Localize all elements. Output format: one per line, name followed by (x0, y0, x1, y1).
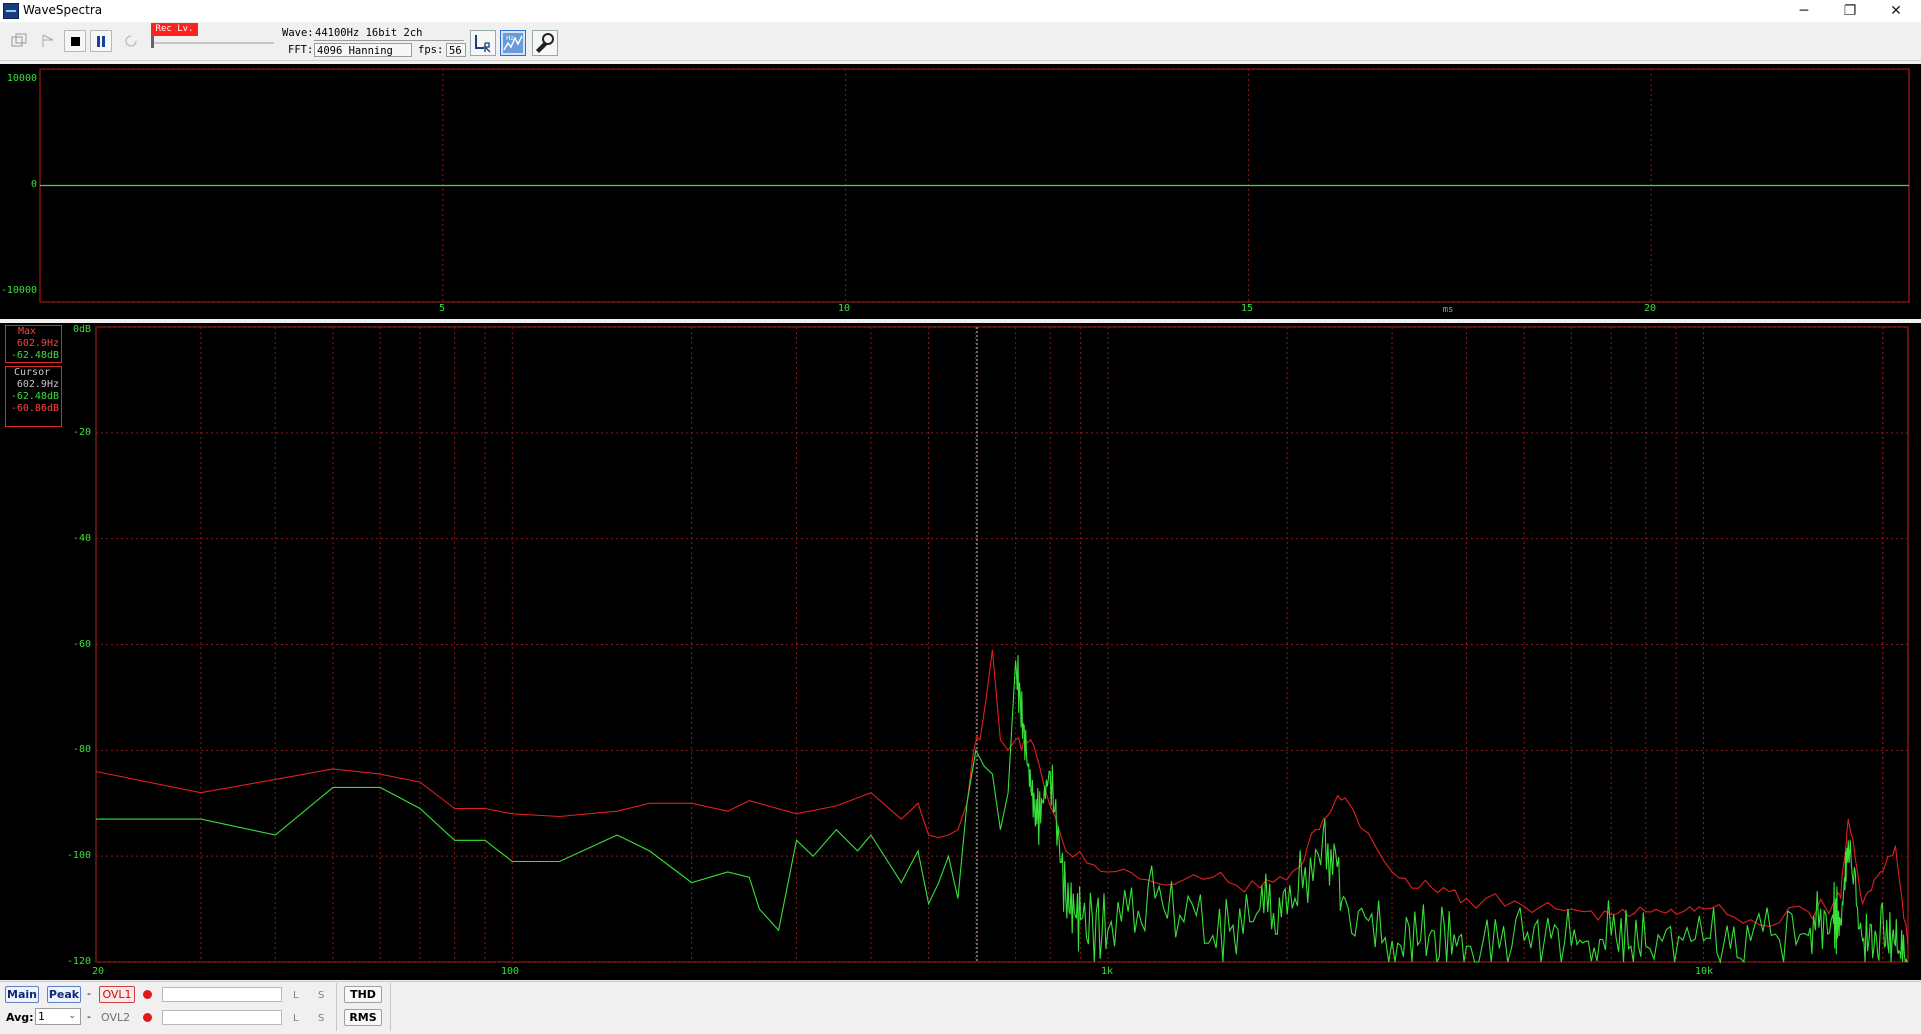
divider (390, 983, 391, 1031)
stop-icon (71, 37, 80, 46)
record-dot-icon[interactable] (143, 1013, 152, 1022)
wave-y-tick: 10000 (6, 73, 37, 84)
avg-value: 1 (38, 1010, 45, 1023)
close-button[interactable]: ✕ (1873, 0, 1919, 22)
waveform-chart (39, 68, 1910, 303)
wave-x-tick: 15 (1240, 303, 1254, 314)
thd-button[interactable]: THD (344, 986, 382, 1003)
avg-select[interactable]: 1 ⌄ (35, 1008, 81, 1025)
ovl2-name-field[interactable] (162, 1010, 282, 1025)
wave-x-tick: 20 (1643, 303, 1657, 314)
record-dot-icon[interactable] (143, 990, 152, 999)
max-freq: 602.9Hz (16, 338, 59, 349)
fft-label: FFT: (288, 44, 314, 56)
wrench-icon (535, 33, 554, 54)
spectrum-green-line (96, 655, 1908, 965)
lr-channel-icon (475, 35, 491, 53)
cursor-label: Cursor (14, 367, 51, 378)
spec-x-tick: 10k (1694, 966, 1714, 977)
ovl1-left-toggle[interactable]: L (293, 990, 299, 1001)
rms-button[interactable]: RMS (344, 1009, 382, 1026)
pause-button[interactable] (90, 30, 112, 52)
ovl1-button[interactable]: OVL1 (99, 986, 135, 1003)
spectrum-panel (0, 323, 1921, 980)
open-folder-icon[interactable] (8, 30, 30, 52)
spec-x-tick: 1k (1100, 966, 1114, 977)
minimize-button[interactable]: ─ (1781, 0, 1827, 22)
rec-level-slider[interactable] (152, 42, 274, 44)
stop-button[interactable] (64, 30, 86, 52)
wave-format: 44100Hz 16bit 2ch (315, 27, 423, 39)
cursor-readout: Cursor 602.9Hz -62.48dB -60.86dB (5, 366, 62, 427)
wave-x-tick: 5 (438, 303, 446, 314)
wave-x-unit: ms (1442, 305, 1454, 315)
app-icon (3, 3, 19, 19)
ovl1-save-toggle[interactable]: S (318, 990, 324, 1001)
spectrum-view-button[interactable]: Hz (500, 30, 526, 56)
dash-separator: - (87, 987, 91, 1000)
wave-x-tick: 10 (837, 303, 851, 314)
wave-underline (314, 40, 464, 41)
svg-text:Hz: Hz (506, 35, 514, 42)
spec-y-tick: -40 (72, 533, 91, 544)
cursor-db-left: -62.48dB (10, 391, 59, 402)
chevron-down-icon: ⌄ (68, 1011, 76, 1021)
ovl2-left-toggle[interactable]: L (293, 1013, 299, 1024)
spectrum-view-icon: Hz (503, 33, 523, 53)
spec-x-tick: 100 (500, 966, 520, 977)
play-icon[interactable] (37, 30, 59, 52)
refresh-icon[interactable] (120, 30, 142, 52)
spec-y-tick: -80 (72, 744, 91, 755)
cursor-db-right: -60.86dB (10, 403, 59, 414)
dash-separator: - (87, 1010, 91, 1023)
spec-y-tick: -60 (72, 639, 91, 650)
spec-x-tick: 20 (91, 966, 105, 977)
spectrum-red-line (95, 649, 1909, 947)
waveform-panel (0, 64, 1921, 319)
spectrum-chart (95, 326, 1909, 965)
wave-y-tick: 0 (30, 179, 37, 190)
spec-y-tick: -20 (72, 427, 91, 438)
settings-button[interactable] (532, 30, 558, 56)
avg-label: Avg: (6, 1011, 34, 1024)
fps-label: fps: (418, 44, 444, 56)
wave-y-tick: -10000 (0, 285, 37, 296)
spec-y-tick: 0dB (72, 324, 91, 335)
ovl2-save-toggle[interactable]: S (318, 1013, 324, 1024)
main-button[interactable]: Main (5, 986, 39, 1003)
peak-button[interactable]: Peak (47, 986, 81, 1003)
fps-value: 56 (446, 43, 466, 57)
wave-label: Wave: (282, 27, 314, 39)
cursor-freq: 602.9Hz (16, 379, 59, 390)
divider (336, 983, 337, 1031)
max-db: -62.48dB (10, 350, 59, 361)
ovl2-label[interactable]: OVL2 (101, 1011, 130, 1024)
channel-button[interactable] (470, 30, 496, 56)
ovl1-name-field[interactable] (162, 987, 282, 1002)
rec-level-indicator: Rec Lv. (151, 23, 198, 36)
spec-y-tick: -100 (66, 850, 91, 861)
title-bar: WaveSpectra ─ ❐ ✕ (0, 0, 1921, 22)
bottom-bar (0, 981, 1921, 1034)
restore-button[interactable]: ❐ (1827, 0, 1873, 22)
rec-level-slider-thumb[interactable] (151, 36, 154, 48)
window-title: WaveSpectra (23, 3, 103, 17)
fft-size-field[interactable]: 4096 Hanning (314, 43, 412, 57)
